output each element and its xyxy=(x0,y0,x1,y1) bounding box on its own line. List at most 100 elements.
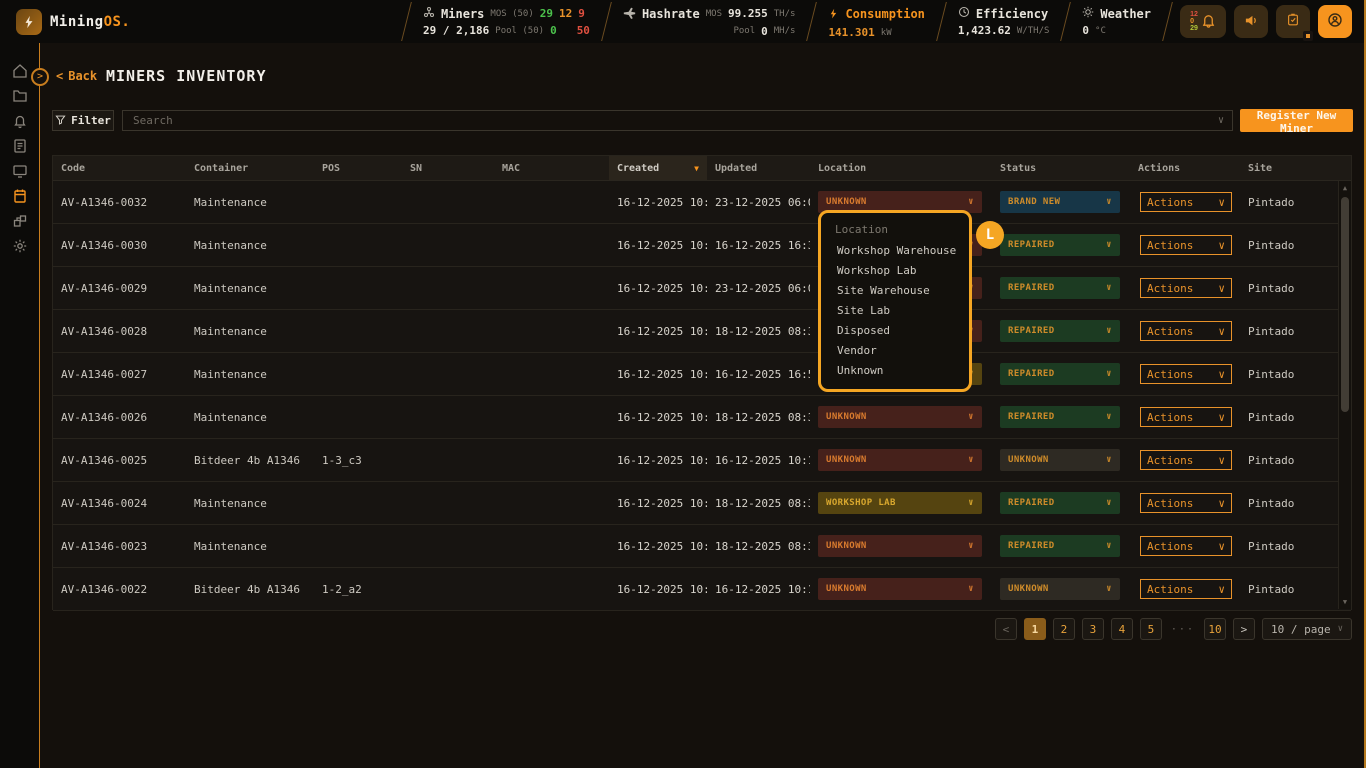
location-select[interactable]: WORKSHOP LAB ∨ xyxy=(818,492,982,514)
sidebar-item-folders[interactable] xyxy=(4,88,36,104)
cell-created: 16-12-2025 10:12 xyxy=(609,525,707,567)
column-header-sn[interactable]: SN xyxy=(402,156,494,180)
sidebar-item-packages[interactable] xyxy=(4,213,36,229)
column-header-site[interactable]: Site xyxy=(1240,156,1351,180)
column-header-status[interactable]: Status xyxy=(992,156,1130,180)
location-option[interactable]: Site Warehouse xyxy=(821,281,969,301)
status-select[interactable]: REPAIRED ∨ xyxy=(1000,363,1120,385)
cell-site: Pintado xyxy=(1240,181,1351,223)
status-select[interactable]: UNKNOWN ∨ xyxy=(1000,449,1120,471)
location-option[interactable]: Unknown xyxy=(821,361,969,381)
scroll-down-icon[interactable]: ▼ xyxy=(1339,598,1351,606)
page-button-3[interactable]: 3 xyxy=(1082,618,1104,640)
sidebar-item-alerts[interactable] xyxy=(4,113,36,129)
cell-pos xyxy=(314,525,402,567)
account-button[interactable] xyxy=(1318,5,1352,38)
status-select[interactable]: UNKNOWN ∨ xyxy=(1000,578,1120,600)
column-header-location[interactable]: Location xyxy=(810,156,992,180)
cell-code: AV-A1346-0025 xyxy=(53,439,186,481)
table-row: AV-A1346-0032 Maintenance 16-12-2025 10:… xyxy=(53,181,1351,224)
column-header-actions[interactable]: Actions xyxy=(1130,156,1240,180)
column-header-mac[interactable]: MAC xyxy=(494,156,609,180)
hashrate-label: Hashrate xyxy=(642,7,700,21)
chevron-down-icon: ∨ xyxy=(968,455,974,465)
cell-created: 16-12-2025 10:12 xyxy=(609,482,707,524)
cell-sn xyxy=(402,525,494,567)
next-page-button[interactable]: > xyxy=(1233,618,1255,640)
efficiency-unit: W/TH/S xyxy=(1017,26,1050,36)
actions-label: Actions xyxy=(1147,583,1193,596)
page-button-2[interactable]: 2 xyxy=(1053,618,1075,640)
location-option[interactable]: Disposed xyxy=(821,321,969,341)
status-select[interactable]: BRAND NEW ∨ xyxy=(1000,191,1120,213)
hashrate-mos-unit: TH/s xyxy=(774,9,796,19)
actions-select[interactable]: Actions ∨ xyxy=(1140,407,1232,427)
actions-select[interactable]: Actions ∨ xyxy=(1140,321,1232,341)
location-select[interactable]: UNKNOWN ∨ xyxy=(818,578,982,600)
sound-button[interactable] xyxy=(1234,5,1268,38)
page-size-select[interactable]: 10 / page ∨ xyxy=(1262,618,1352,640)
cell-container: Maintenance xyxy=(186,310,314,352)
status-select[interactable]: REPAIRED ∨ xyxy=(1000,234,1120,256)
location-option[interactable]: Workshop Warehouse xyxy=(821,241,969,261)
location-option[interactable]: Workshop Lab xyxy=(821,261,969,281)
status-select[interactable]: REPAIRED ∨ xyxy=(1000,406,1120,428)
back-button[interactable]: < Back xyxy=(56,69,97,83)
table-row: AV-A1346-0024 Maintenance 16-12-2025 10:… xyxy=(53,482,1351,525)
sidebar-item-reports[interactable] xyxy=(4,138,36,154)
table-scrollbar[interactable]: ▲ ▼ xyxy=(1338,181,1351,609)
page-button-last[interactable]: 10 xyxy=(1204,618,1226,640)
page-button-5[interactable]: 5 xyxy=(1140,618,1162,640)
search-chevron-down-icon[interactable]: ∨ xyxy=(1218,115,1232,126)
status-select[interactable]: REPAIRED ∨ xyxy=(1000,535,1120,557)
actions-select[interactable]: Actions ∨ xyxy=(1140,278,1232,298)
chevron-down-icon: ∨ xyxy=(1106,455,1112,465)
column-header-pos[interactable]: POS xyxy=(314,156,402,180)
filter-button[interactable]: Filter xyxy=(52,110,114,131)
search-input[interactable] xyxy=(123,114,1218,127)
stat-hashrate: Hashrate MOS 99.255 TH/s Pool 0 MH/s xyxy=(607,0,812,43)
location-option[interactable]: Vendor xyxy=(821,341,969,361)
tasks-button[interactable] xyxy=(1276,5,1310,38)
location-select[interactable]: UNKNOWN ∨ xyxy=(818,535,982,557)
cell-created: 16-12-2025 10:13 xyxy=(609,310,707,352)
brand[interactable]: MiningOS. xyxy=(0,9,280,35)
actions-select[interactable]: Actions ∨ xyxy=(1140,450,1232,470)
actions-select[interactable]: Actions ∨ xyxy=(1140,192,1232,212)
column-header-container[interactable]: Container xyxy=(186,156,314,180)
actions-select[interactable]: Actions ∨ xyxy=(1140,579,1232,599)
chevron-down-icon: ∨ xyxy=(1218,325,1225,338)
location-option[interactable]: Site Lab xyxy=(821,301,969,321)
cell-container: Bitdeer 4b A1346 xyxy=(186,568,314,610)
actions-select[interactable]: Actions ∨ xyxy=(1140,364,1232,384)
cell-pos xyxy=(314,396,402,438)
sidebar-item-monitoring[interactable] xyxy=(4,163,36,179)
status-select[interactable]: REPAIRED ∨ xyxy=(1000,277,1120,299)
topbar-stats: Miners MOS (50) 29 12 9 29 / 2,186 Pool … xyxy=(406,0,1168,43)
status-value: UNKNOWN xyxy=(1008,584,1049,594)
prev-page-button[interactable]: < xyxy=(995,618,1017,640)
scrollbar-thumb[interactable] xyxy=(1341,197,1349,412)
actions-select[interactable]: Actions ∨ xyxy=(1140,235,1232,255)
page-button-4[interactable]: 4 xyxy=(1111,618,1133,640)
location-select[interactable]: UNKNOWN ∨ xyxy=(818,406,982,428)
actions-select[interactable]: Actions ∨ xyxy=(1140,493,1232,513)
register-new-miner-button[interactable]: Register New Miner xyxy=(1240,109,1353,132)
notifications-button[interactable]: 12 0 29 xyxy=(1180,5,1226,38)
scroll-up-icon[interactable]: ▲ xyxy=(1339,184,1351,192)
location-select[interactable]: UNKNOWN ∨ xyxy=(818,449,982,471)
sidebar-item-settings[interactable] xyxy=(4,238,36,254)
cell-sn xyxy=(402,482,494,524)
cell-created: 16-12-2025 10:13 xyxy=(609,439,707,481)
page-button-1[interactable]: 1 xyxy=(1024,618,1046,640)
sidebar-item-inventory[interactable] xyxy=(4,188,36,204)
actions-select[interactable]: Actions ∨ xyxy=(1140,536,1232,556)
miners-count: 29 / 2,186 xyxy=(423,24,489,37)
chevron-down-icon: ∨ xyxy=(1218,196,1225,209)
column-header-created[interactable]: Created ▼ xyxy=(609,156,707,180)
column-header-updated[interactable]: Updated xyxy=(707,156,810,180)
status-select[interactable]: REPAIRED ∨ xyxy=(1000,320,1120,342)
status-select[interactable]: REPAIRED ∨ xyxy=(1000,492,1120,514)
sidebar-expand-button[interactable]: > xyxy=(31,68,49,86)
column-header-code[interactable]: Code xyxy=(53,156,186,180)
